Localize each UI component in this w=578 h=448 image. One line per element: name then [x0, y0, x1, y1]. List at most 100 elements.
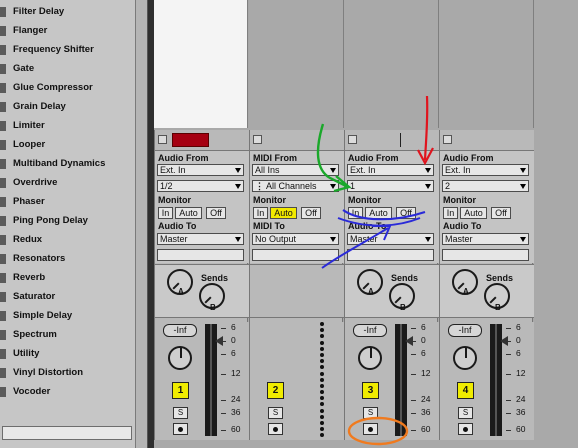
- browser-item[interactable]: Grain Delay: [0, 97, 136, 116]
- monitor-auto-button[interactable]: Auto: [365, 207, 392, 219]
- solo-button[interactable]: S: [173, 407, 188, 419]
- track-activator-button[interactable]: [253, 135, 262, 144]
- browser-item[interactable]: Ping Pong Delay: [0, 211, 136, 230]
- volume-field[interactable]: -Inf: [163, 324, 197, 337]
- track-activator-button[interactable]: [348, 135, 357, 144]
- browser-item[interactable]: Frequency Shifter: [0, 40, 136, 59]
- midi-meter-dot: [320, 328, 324, 333]
- monitor-in-button[interactable]: In: [253, 207, 268, 219]
- output-channel-chooser[interactable]: [347, 249, 434, 261]
- send-b-label: B: [400, 303, 406, 312]
- clip-column-2[interactable]: [249, 0, 344, 128]
- browser-item[interactable]: Flanger: [0, 21, 136, 40]
- meter-scale-tick: [221, 341, 226, 342]
- track-activator-number[interactable]: 4: [457, 382, 474, 399]
- output-channel-chooser[interactable]: [442, 249, 529, 261]
- monitor-auto-button[interactable]: Auto: [270, 207, 297, 219]
- input-channel-chooser[interactable]: ⋮ All Channels: [252, 180, 339, 192]
- input-type-label: MIDI From: [253, 153, 297, 163]
- browser-item-label: Spectrum: [13, 329, 57, 340]
- track-activator-button[interactable]: [158, 135, 167, 144]
- input-type-chooser[interactable]: Ext. In: [442, 164, 529, 176]
- browser-item[interactable]: Spectrum: [0, 325, 136, 344]
- input-channel-chooser[interactable]: 1/2: [157, 180, 244, 192]
- monitor-in-button[interactable]: In: [443, 207, 458, 219]
- output-type-label: Audio To: [158, 221, 197, 231]
- browser-item[interactable]: Utility: [0, 344, 136, 363]
- solo-button[interactable]: S: [363, 407, 378, 419]
- clip-column-3[interactable]: [344, 0, 439, 128]
- arm-button[interactable]: [363, 423, 378, 435]
- track-activator-number[interactable]: 2: [267, 382, 284, 399]
- output-channel-chooser[interactable]: [157, 249, 244, 261]
- browser-item[interactable]: Saturator: [0, 287, 136, 306]
- track-strip-3: Audio From Ext. In 1 Monitor In Auto Off Audio …: [344, 130, 439, 440]
- input-type-value: All Ins: [255, 165, 280, 175]
- meter-channel-divider: [210, 324, 212, 436]
- monitor-in-button[interactable]: In: [158, 207, 173, 219]
- monitor-off-button[interactable]: Off: [396, 207, 416, 219]
- monitor-in-button[interactable]: In: [348, 207, 363, 219]
- device-icon: [0, 139, 6, 150]
- browser-divider[interactable]: [136, 0, 148, 448]
- solo-button[interactable]: S: [458, 407, 473, 419]
- input-type-chooser[interactable]: Ext. In: [347, 164, 434, 176]
- browser-item[interactable]: Phaser: [0, 192, 136, 211]
- browser-item[interactable]: Gate: [0, 59, 136, 78]
- device-icon: [0, 272, 6, 283]
- output-type-chooser[interactable]: No Output: [252, 233, 339, 245]
- browser-item[interactable]: Looper: [0, 135, 136, 154]
- track-activator-number[interactable]: 3: [362, 382, 379, 399]
- browser-item[interactable]: Filter Delay: [0, 2, 136, 21]
- browser-item[interactable]: Vinyl Distortion: [0, 363, 136, 382]
- track-title-bar[interactable]: [345, 130, 439, 150]
- browser-item-label: Flanger: [13, 25, 48, 36]
- monitor-auto-button[interactable]: Auto: [460, 207, 487, 219]
- volume-field[interactable]: -Inf: [353, 324, 387, 337]
- output-type-value: Master: [160, 234, 188, 244]
- monitor-off-button[interactable]: Off: [206, 207, 226, 219]
- input-channel-chooser[interactable]: 2: [442, 180, 529, 192]
- track-title-bar[interactable]: [440, 130, 534, 150]
- pan-knob[interactable]: [453, 346, 477, 370]
- browser-item[interactable]: Glue Compressor: [0, 78, 136, 97]
- browser-item[interactable]: Overdrive: [0, 173, 136, 192]
- track-activator-number[interactable]: 1: [172, 382, 189, 399]
- clip-column-1[interactable]: [154, 0, 248, 128]
- input-type-chooser[interactable]: All Ins: [252, 164, 339, 176]
- volume-field[interactable]: -Inf: [448, 324, 482, 337]
- clip-stop-indicator[interactable]: [172, 133, 209, 147]
- browser-item[interactable]: Redux: [0, 230, 136, 249]
- browser-item[interactable]: Multiband Dynamics: [0, 154, 136, 173]
- input-type-chooser[interactable]: Ext. In: [157, 164, 244, 176]
- browser-item[interactable]: Vocoder: [0, 382, 136, 401]
- input-channel-chooser[interactable]: 1: [347, 180, 434, 192]
- solo-button[interactable]: S: [268, 407, 283, 419]
- clip-column-4[interactable]: [439, 0, 534, 128]
- arm-button[interactable]: [268, 423, 283, 435]
- browser-item[interactable]: Simple Delay: [0, 306, 136, 325]
- arm-button[interactable]: [458, 423, 473, 435]
- output-type-chooser[interactable]: Master: [157, 233, 244, 245]
- pan-knob[interactable]: [358, 346, 382, 370]
- browser-item[interactable]: Resonators: [0, 249, 136, 268]
- arm-button[interactable]: [173, 423, 188, 435]
- pan-knob[interactable]: [168, 346, 192, 370]
- output-type-chooser[interactable]: Master: [347, 233, 434, 245]
- meter-scale-tick: [506, 430, 511, 431]
- track-activator-button[interactable]: [443, 135, 452, 144]
- clip-column-5[interactable]: [534, 0, 578, 128]
- browser-search-field[interactable]: [2, 426, 132, 440]
- output-channel-chooser[interactable]: [252, 249, 339, 261]
- output-type-chooser[interactable]: Master: [442, 233, 529, 245]
- midi-meter-dot: [320, 383, 324, 388]
- monitor-off-button[interactable]: Off: [491, 207, 511, 219]
- track-title-bar[interactable]: [155, 130, 249, 150]
- browser-item-label: Simple Delay: [13, 310, 73, 321]
- meter-scale-tick: [506, 374, 511, 375]
- monitor-auto-button[interactable]: Auto: [175, 207, 202, 219]
- monitor-off-button[interactable]: Off: [301, 207, 321, 219]
- browser-item[interactable]: Limiter: [0, 116, 136, 135]
- track-title-bar[interactable]: [250, 130, 344, 150]
- browser-item[interactable]: Reverb: [0, 268, 136, 287]
